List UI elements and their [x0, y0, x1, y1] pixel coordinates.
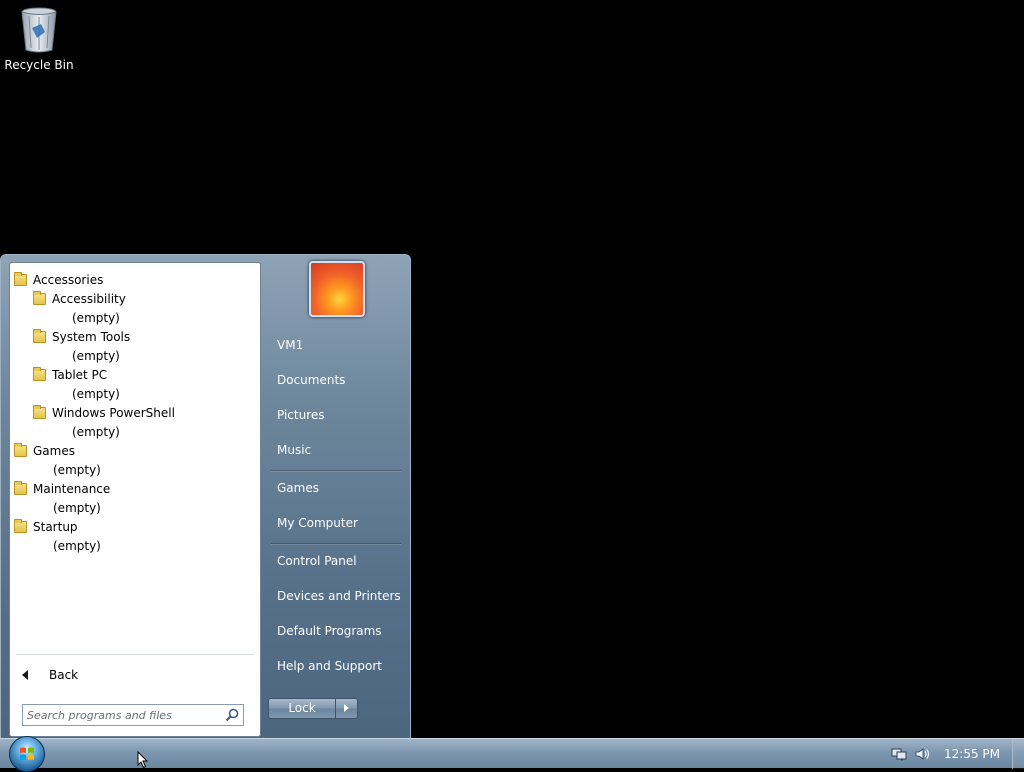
- taskbar-clock[interactable]: 12:55 PM: [944, 739, 1000, 769]
- folder-icon: [33, 367, 46, 381]
- start-button[interactable]: [9, 736, 45, 772]
- volume-icon[interactable]: [914, 747, 930, 761]
- search-input[interactable]: [27, 706, 217, 724]
- lock-button-group: Lock: [268, 698, 358, 719]
- start-item-help-and-support[interactable]: Help and Support: [269, 651, 401, 681]
- folder-icon: [33, 329, 46, 343]
- start-item-my-computer[interactable]: My Computer: [269, 508, 401, 538]
- folder-icon: [14, 272, 27, 286]
- recycle-bin-label: Recycle Bin: [4, 58, 74, 72]
- folder-icon: [33, 405, 46, 419]
- start-menu: Accessories Accessibility (empty) System…: [0, 254, 411, 738]
- programs-pane: Accessories Accessibility (empty) System…: [9, 262, 261, 737]
- shutdown-options-arrow-icon[interactable]: [344, 704, 349, 712]
- back-button[interactable]: Back: [20, 664, 250, 686]
- network-icon[interactable]: [891, 747, 907, 761]
- folder-icon: [14, 443, 27, 457]
- search-icon[interactable]: [225, 708, 239, 722]
- folder-icon: [14, 481, 27, 495]
- start-item-music[interactable]: Music: [269, 435, 401, 465]
- start-item-default-programs[interactable]: Default Programs: [269, 616, 401, 646]
- start-item-games[interactable]: Games: [269, 473, 401, 503]
- recycle-bin-desktop-icon[interactable]: Recycle Bin: [4, 6, 74, 72]
- mouse-cursor-icon: [137, 750, 149, 769]
- start-item-documents[interactable]: Documents: [269, 365, 401, 395]
- back-divider: [16, 654, 254, 655]
- menu-separator: [271, 470, 401, 471]
- show-desktop-button[interactable]: [1012, 739, 1024, 769]
- windows-logo-icon: [19, 746, 35, 762]
- taskbar: 12:55 PM: [0, 736, 1024, 772]
- back-arrow-icon: [22, 670, 28, 680]
- user-account-picture[interactable]: [309, 261, 365, 317]
- button-divider: [335, 699, 336, 718]
- folder-icon: [33, 291, 46, 305]
- start-item-pictures[interactable]: Pictures: [269, 400, 401, 430]
- start-item-control-panel[interactable]: Control Panel: [269, 546, 401, 576]
- menu-separator: [271, 543, 401, 544]
- lock-button[interactable]: Lock: [269, 699, 335, 718]
- folder-icon: [14, 519, 27, 533]
- start-item-vm1[interactable]: VM1: [269, 330, 401, 360]
- recycle-bin-icon: [19, 6, 59, 54]
- start-item-devices-and-printers[interactable]: Devices and Printers: [269, 581, 401, 611]
- search-box[interactable]: [22, 704, 244, 726]
